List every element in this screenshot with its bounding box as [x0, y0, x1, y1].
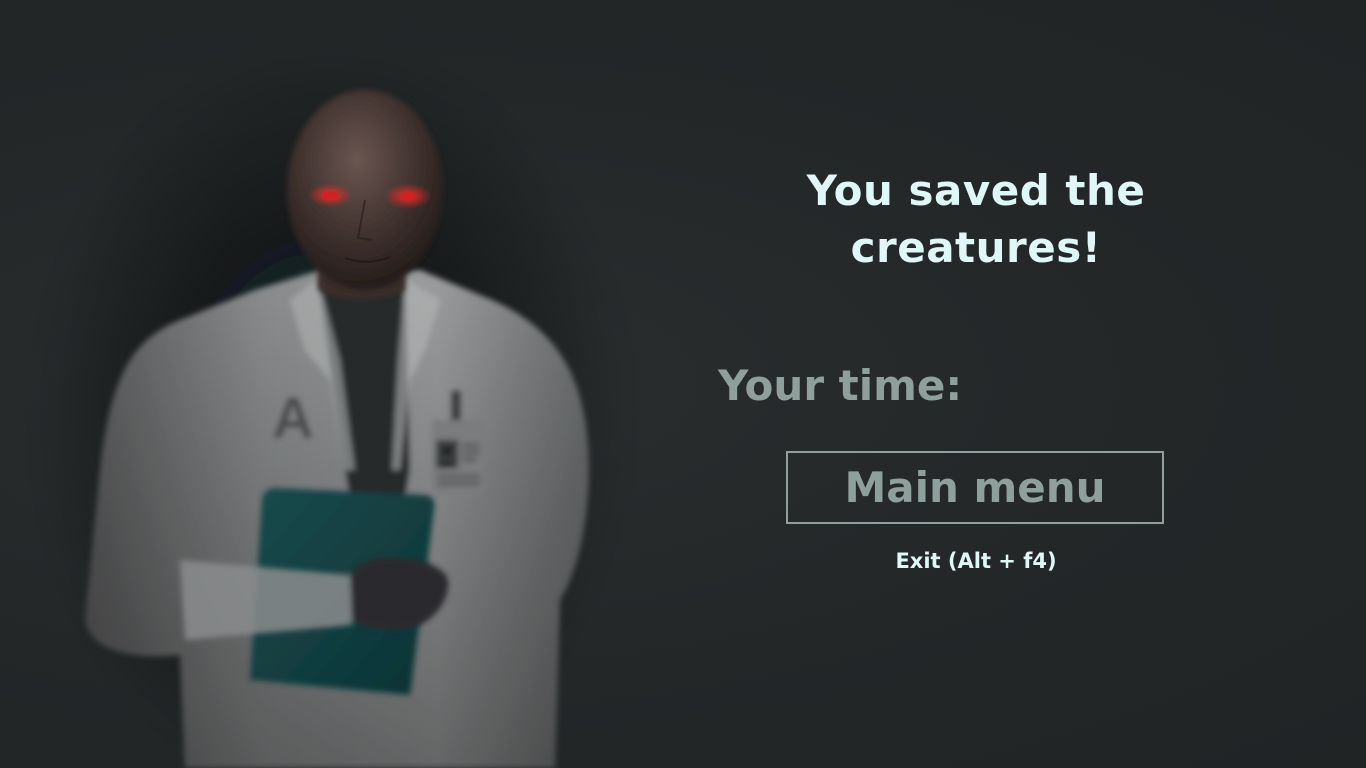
your-time-label: Your time: [718, 361, 963, 410]
end-screen: A You saved the creatures! Your time: Ma… [0, 0, 1366, 768]
victory-title-line-1: You saved the [806, 166, 1146, 215]
scientist-character-illustration: A [30, 40, 630, 768]
exit-button[interactable]: Exit (Alt + f4) [786, 547, 1166, 575]
victory-title-line-2: creatures! [850, 223, 1102, 272]
main-menu-button-label: Main menu [844, 463, 1106, 512]
scientist-head [287, 90, 443, 290]
coat-letter: A [272, 386, 314, 451]
victory-title: You saved the creatures! [760, 162, 1192, 276]
main-menu-button[interactable]: Main menu [786, 451, 1164, 524]
